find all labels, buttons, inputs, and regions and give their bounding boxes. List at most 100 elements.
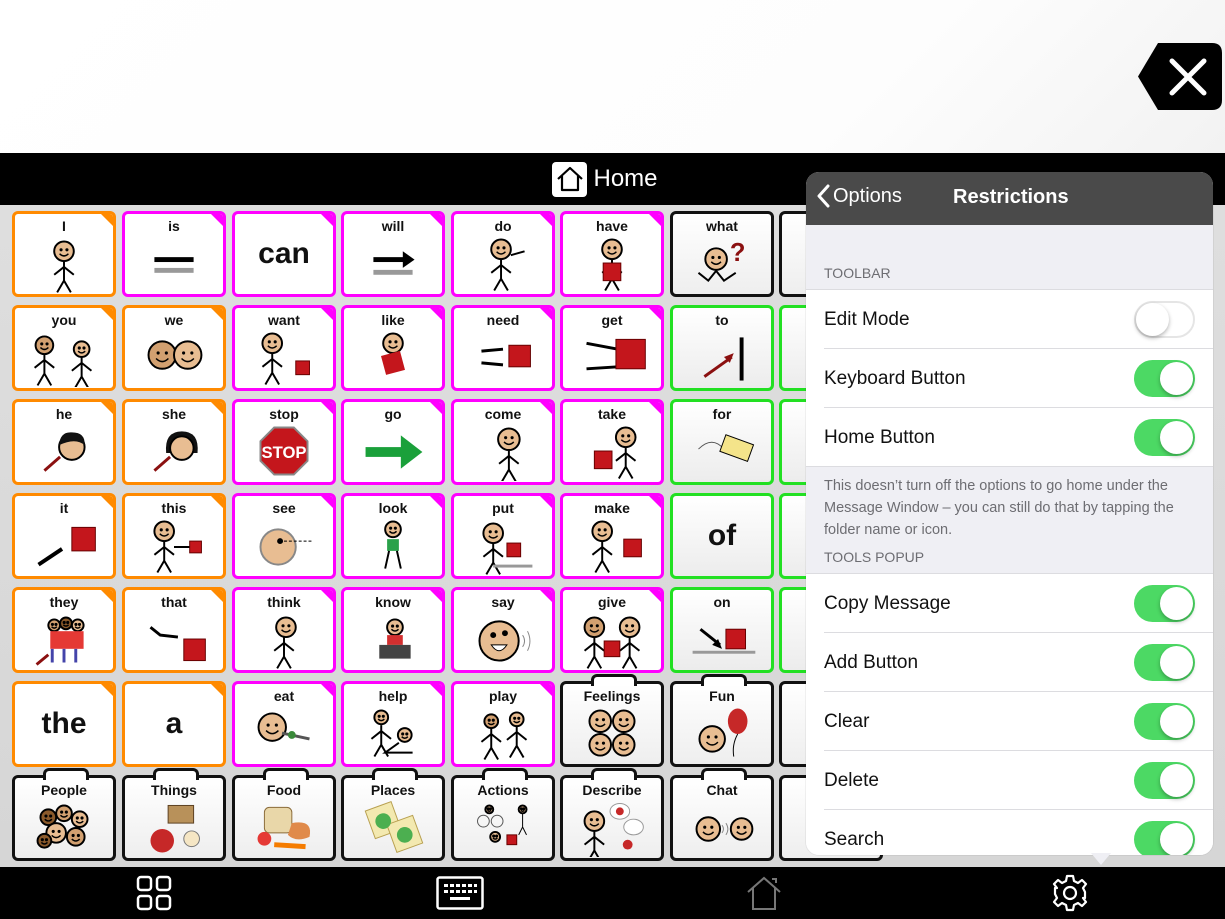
message-window[interactable] xyxy=(0,0,1225,153)
vocab-button-can[interactable]: can xyxy=(232,211,336,297)
vocab-button-eat[interactable]: eat xyxy=(232,681,336,767)
restriction-row-copy-message: Copy Message xyxy=(806,574,1213,633)
button-label: People xyxy=(41,782,87,798)
vocab-button-come[interactable]: come xyxy=(451,399,555,485)
clear-message-button[interactable] xyxy=(1138,43,1222,110)
button-label: look xyxy=(378,500,408,516)
vocab-button-will[interactable]: will xyxy=(341,211,445,297)
home-folder-button[interactable]: Home xyxy=(552,161,658,197)
folder-tab xyxy=(701,768,747,780)
vocab-button-know[interactable]: know xyxy=(341,587,445,673)
vocab-button-want[interactable]: want xyxy=(232,305,336,391)
vocab-button-give[interactable]: give xyxy=(560,587,664,673)
toggle-switch[interactable] xyxy=(1134,821,1195,855)
section-header: TOOLBAR xyxy=(824,265,891,281)
vocab-button-this[interactable]: this xyxy=(122,493,226,579)
section-header: TOOLS POPUP xyxy=(824,549,925,565)
vocab-button-of[interactable]: of xyxy=(670,493,774,579)
vocab-button-is[interactable]: is xyxy=(122,211,226,297)
folder-button-things[interactable]: Things xyxy=(122,768,226,861)
folder-button-actions[interactable]: Actions xyxy=(451,768,555,861)
vocab-button-like[interactable]: like xyxy=(341,305,445,391)
folder-button-describe[interactable]: Describe xyxy=(560,768,664,861)
vocab-button-you[interactable]: you xyxy=(12,305,116,391)
restriction-label: Copy Message xyxy=(824,592,951,614)
toggle-switch[interactable] xyxy=(1134,419,1195,456)
feelings-faces-icon xyxy=(563,706,661,762)
settings-button[interactable] xyxy=(1050,874,1090,912)
restriction-row-edit-mode: Edit Mode xyxy=(806,290,1213,349)
vocab-button-it[interactable]: it xyxy=(12,493,116,579)
vocab-button-to[interactable]: to xyxy=(670,305,774,391)
button-label: can xyxy=(258,237,310,270)
vocab-button-that[interactable]: that xyxy=(122,587,226,673)
restriction-row-search: Search xyxy=(806,810,1213,855)
button-label: what xyxy=(706,218,738,234)
arrow-to-line-icon xyxy=(673,330,771,386)
vocab-button-look[interactable]: look xyxy=(341,493,445,579)
person-hugging-icon xyxy=(344,330,442,386)
folder-button-people[interactable]: People xyxy=(12,768,116,861)
boy-face-icon xyxy=(15,424,113,480)
grid-button[interactable] xyxy=(134,875,174,911)
vocab-button-see[interactable]: see xyxy=(232,493,336,579)
vocab-button-get[interactable]: get xyxy=(560,305,664,391)
toggle-switch[interactable] xyxy=(1134,762,1195,799)
button-label: for xyxy=(712,406,732,422)
toggle-switch[interactable] xyxy=(1134,644,1195,681)
describe-person-icon xyxy=(563,800,661,857)
vocab-button-play[interactable]: play xyxy=(451,681,555,767)
restrictions-list[interactable]: TOOLBAR Edit Mode Keyboard Button Home Bu… xyxy=(806,225,1213,855)
folder-button-fun[interactable]: Fun xyxy=(670,674,774,767)
vocab-button-have[interactable]: have xyxy=(560,211,664,297)
person-pointing-self-icon xyxy=(15,236,113,293)
back-to-options-button[interactable]: Options xyxy=(816,184,902,208)
button-label: they xyxy=(49,594,79,610)
gear-icon xyxy=(1052,874,1088,912)
hand-pointing-far-icon xyxy=(125,612,223,668)
folder-button-places[interactable]: Places xyxy=(341,768,445,861)
button-label: to xyxy=(715,312,729,328)
vocab-button-do[interactable]: do xyxy=(451,211,555,297)
toggle-switch[interactable] xyxy=(1134,301,1195,338)
vocab-button-a[interactable]: a xyxy=(122,681,226,767)
folder-tab xyxy=(701,674,747,686)
vocab-button-what[interactable]: what? xyxy=(670,211,774,297)
vocab-button-he[interactable]: he xyxy=(12,399,116,485)
toggle-knob xyxy=(1136,303,1169,336)
folder-tab xyxy=(372,768,418,780)
folder-button-food[interactable]: Food xyxy=(232,768,336,861)
two-faces-icon xyxy=(125,330,223,386)
keyboard-button[interactable] xyxy=(436,875,484,911)
vocab-button-put[interactable]: put xyxy=(451,493,555,579)
vocab-button-the[interactable]: the xyxy=(12,681,116,767)
vocab-button-need[interactable]: need xyxy=(451,305,555,391)
toggle-switch[interactable] xyxy=(1134,585,1195,622)
vocab-button-make[interactable]: make xyxy=(560,493,664,579)
toggle-switch[interactable] xyxy=(1134,360,1195,397)
svg-text:STOP: STOP xyxy=(261,443,306,462)
button-label: Feelings xyxy=(583,688,641,704)
person-pointing-icon xyxy=(125,518,223,574)
vocab-button-she[interactable]: she xyxy=(122,399,226,485)
folder-button-feelings[interactable]: Feelings xyxy=(560,674,664,767)
vocab-button-they[interactable]: they xyxy=(12,587,116,673)
vocab-button-stop[interactable]: stop STOP xyxy=(232,399,336,485)
vocab-button-i[interactable]: I xyxy=(12,211,116,297)
stop-sign-icon: STOP xyxy=(235,424,333,480)
folder-button-chat[interactable]: Chat xyxy=(670,768,774,861)
vocab-button-think[interactable]: think xyxy=(232,587,336,673)
person-hammering-icon xyxy=(563,518,661,574)
vocab-button-for[interactable]: for xyxy=(670,399,774,485)
vocab-button-go[interactable]: go xyxy=(341,399,445,485)
toggle-switch[interactable] xyxy=(1134,703,1195,740)
vocab-button-on[interactable]: on xyxy=(670,587,774,673)
home-button[interactable] xyxy=(744,875,784,911)
vocab-button-help[interactable]: help xyxy=(341,681,445,767)
vocab-button-take[interactable]: take xyxy=(560,399,664,485)
clear-message-icon xyxy=(1138,43,1222,110)
button-label: need xyxy=(486,312,520,328)
vocab-button-we[interactable]: we xyxy=(122,305,226,391)
person-beckoning-icon xyxy=(454,424,552,481)
vocab-button-say[interactable]: say xyxy=(451,587,555,673)
